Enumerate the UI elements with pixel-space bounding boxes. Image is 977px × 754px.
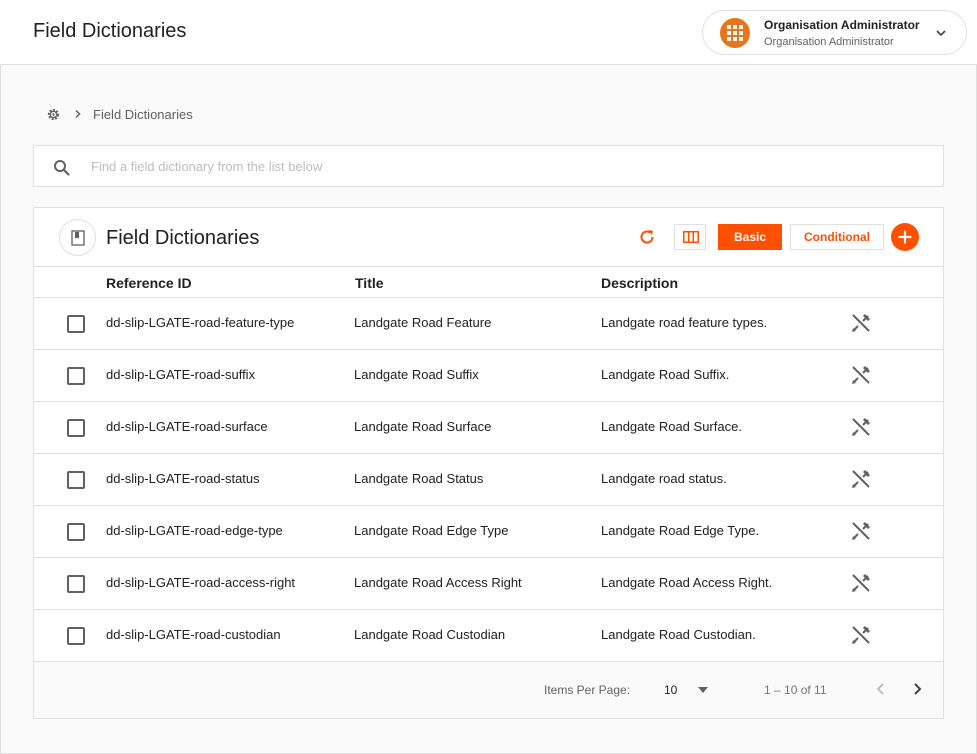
- column-header-title[interactable]: Title: [355, 275, 384, 291]
- edit-icon[interactable]: [849, 623, 873, 647]
- refresh-icon[interactable]: [637, 227, 657, 247]
- cell-title: Landgate Road Feature: [354, 315, 492, 330]
- row-checkbox[interactable]: [67, 315, 85, 333]
- cell-title: Landgate Road Edge Type: [354, 523, 509, 538]
- table-row[interactable]: dd-slip-LGATE-road-surface Landgate Road…: [34, 402, 943, 454]
- table-row[interactable]: dd-slip-LGATE-road-edge-type Landgate Ro…: [34, 506, 943, 558]
- edit-icon[interactable]: [849, 519, 873, 543]
- chevron-right-icon[interactable]: [908, 680, 926, 698]
- app-title: Field Dictionaries: [33, 20, 187, 42]
- row-checkbox[interactable]: [67, 367, 85, 385]
- user-menu[interactable]: Organisation Administrator Organisation …: [702, 10, 967, 55]
- dropdown-arrow-icon[interactable]: [698, 687, 708, 693]
- cell-title: Landgate Road Status: [354, 471, 484, 486]
- cell-description: Landgate road feature types.: [601, 315, 768, 330]
- paginator: Items Per Page: 10 1 – 10 of 11: [34, 662, 943, 718]
- card-title: Field Dictionaries: [106, 227, 260, 249]
- table-row[interactable]: dd-slip-LGATE-road-access-right Landgate…: [34, 558, 943, 610]
- search-input[interactable]: [91, 154, 911, 178]
- cell-reference-id: dd-slip-LGATE-road-status: [106, 471, 260, 486]
- cell-reference-id: dd-slip-LGATE-road-surface: [106, 419, 268, 434]
- row-checkbox[interactable]: [67, 471, 85, 489]
- table-row[interactable]: dd-slip-LGATE-road-feature-type Landgate…: [34, 298, 943, 350]
- columns-icon: [683, 231, 699, 243]
- table-header: Reference ID Title Description: [34, 266, 943, 298]
- items-per-page-label: Items Per Page:: [544, 683, 631, 697]
- cell-reference-id: dd-slip-LGATE-road-edge-type: [106, 523, 283, 538]
- row-checkbox[interactable]: [67, 627, 85, 645]
- basic-button[interactable]: Basic: [718, 224, 782, 250]
- edit-icon[interactable]: [849, 467, 873, 491]
- cell-description: Landgate road status.: [601, 471, 727, 486]
- add-button[interactable]: [891, 223, 919, 251]
- columns-button[interactable]: [674, 224, 706, 250]
- table-row[interactable]: dd-slip-LGATE-road-custodian Landgate Ro…: [34, 610, 943, 662]
- edit-icon[interactable]: [849, 311, 873, 335]
- edit-icon[interactable]: [849, 571, 873, 595]
- edit-icon[interactable]: [849, 363, 873, 387]
- conditional-button[interactable]: Conditional: [790, 224, 884, 250]
- cell-title: Landgate Road Access Right: [354, 575, 522, 590]
- pagination-range: 1 – 10 of 11: [764, 683, 827, 697]
- top-bar: Field Dictionaries Organisation Administ…: [0, 0, 977, 65]
- gear-icon[interactable]: [46, 107, 61, 122]
- cell-reference-id: dd-slip-LGATE-road-access-right: [106, 575, 296, 590]
- book-icon: [59, 219, 96, 256]
- cell-description: Landgate Road Custodian.: [601, 627, 756, 642]
- chevron-down-icon: [936, 30, 946, 37]
- breadcrumb-current: Field Dictionaries: [93, 107, 193, 122]
- cell-description: Landgate Road Surface.: [601, 419, 742, 434]
- chevron-right-icon: [75, 109, 81, 119]
- cell-reference-id: dd-slip-LGATE-road-feature-type: [106, 315, 295, 330]
- table-row[interactable]: dd-slip-LGATE-road-status Landgate Road …: [34, 454, 943, 506]
- table-row[interactable]: dd-slip-LGATE-road-suffix Landgate Road …: [34, 350, 943, 402]
- user-name: Organisation Administrator: [764, 18, 920, 32]
- cell-title: Landgate Road Suffix: [354, 367, 479, 382]
- cell-description: Landgate Road Edge Type.: [601, 523, 760, 538]
- row-checkbox[interactable]: [67, 523, 85, 541]
- org-logo-icon: [720, 18, 750, 48]
- column-header-description[interactable]: Description: [601, 275, 678, 291]
- row-checkbox[interactable]: [67, 575, 85, 593]
- items-per-page-select[interactable]: 10: [664, 683, 677, 697]
- row-checkbox[interactable]: [67, 419, 85, 437]
- column-header-reference-id[interactable]: Reference ID: [106, 275, 192, 291]
- search-bar: [33, 145, 944, 187]
- cell-reference-id: dd-slip-LGATE-road-suffix: [106, 367, 256, 382]
- cell-description: Landgate Road Access Right.: [601, 575, 773, 590]
- add-icon: [898, 230, 912, 244]
- edit-icon[interactable]: [849, 415, 873, 439]
- field-dictionaries-card: Field Dictionaries Basic Conditional Ref…: [33, 207, 944, 719]
- search-icon: [54, 160, 70, 176]
- cell-reference-id: dd-slip-LGATE-road-custodian: [106, 627, 281, 642]
- user-role: Organisation Administrator: [764, 36, 894, 48]
- cell-title: Landgate Road Custodian: [354, 627, 506, 642]
- cell-title: Landgate Road Surface: [354, 419, 492, 434]
- cell-description: Landgate Road Suffix.: [601, 367, 730, 382]
- chevron-left-icon[interactable]: [872, 680, 890, 698]
